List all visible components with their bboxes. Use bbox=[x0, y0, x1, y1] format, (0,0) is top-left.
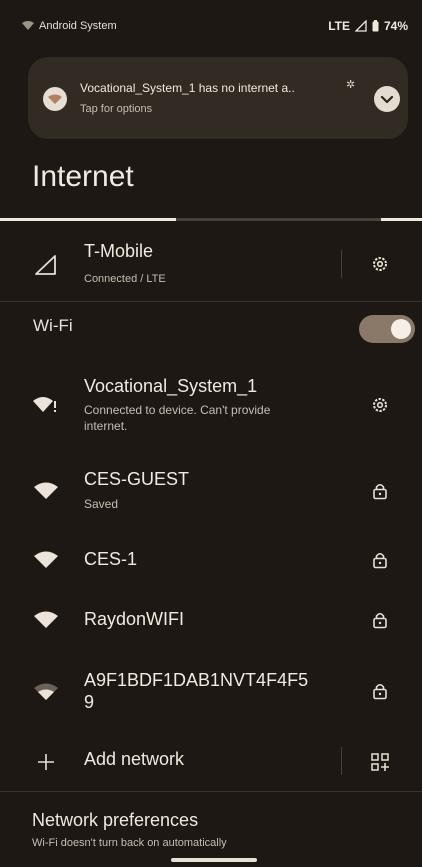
mobile-settings-button[interactable] bbox=[369, 253, 391, 275]
wifi-notification-icon bbox=[43, 87, 67, 111]
android-system-icon bbox=[22, 21, 34, 31]
wifi-network-name: Vocational_System_1 bbox=[84, 376, 258, 396]
status-bar-left: Android System bbox=[22, 20, 117, 32]
wifi-network-status: Connected to device. Can't provide bbox=[84, 403, 271, 417]
notification-subtitle: Tap for options bbox=[80, 103, 153, 115]
qr-code-icon bbox=[371, 753, 389, 771]
notification-card[interactable]: Vocational_System_1 has no internet a.. … bbox=[28, 57, 408, 139]
cellular-signal-icon bbox=[33, 252, 59, 278]
wifi-network-status: internet. bbox=[84, 419, 128, 433]
lock-icon bbox=[369, 549, 391, 571]
wifi-network-row[interactable]: Vocational_System_1 Connected to device.… bbox=[0, 370, 422, 442]
divider bbox=[341, 250, 342, 278]
wifi-toggle[interactable] bbox=[359, 315, 415, 343]
lock-icon bbox=[369, 480, 391, 502]
wifi-icon bbox=[33, 607, 59, 633]
page-title: Internet bbox=[32, 160, 134, 193]
wifi-network-status: Saved bbox=[84, 497, 119, 511]
wifi-network-name: A9F1BDF1DAB1NVT4F4F5 bbox=[84, 670, 309, 690]
qr-scan-button[interactable] bbox=[369, 751, 391, 773]
wifi-label: Wi-Fi bbox=[33, 316, 73, 335]
network-preferences-item[interactable]: Network preferences bbox=[32, 810, 198, 831]
status-bar-right: LTE 74% bbox=[328, 19, 408, 33]
status-bar: Android System LTE 74% bbox=[0, 0, 422, 48]
lock-icon bbox=[369, 609, 391, 631]
gear-icon bbox=[373, 257, 387, 271]
wifi-network-name: 9 bbox=[84, 692, 95, 712]
wifi-network-row[interactable]: A9F1BDF1DAB1NVT4F4F5 9 bbox=[0, 662, 422, 726]
expand-button[interactable] bbox=[374, 86, 400, 112]
divider bbox=[341, 747, 342, 775]
lock-icon bbox=[369, 680, 391, 702]
carrier-status: Connected / LTE bbox=[84, 273, 166, 285]
toggle-knob bbox=[391, 319, 411, 339]
wifi-network-row[interactable]: RaydonWIFI bbox=[0, 598, 422, 644]
wifi-network-row[interactable]: CES-1 bbox=[0, 538, 422, 584]
signal-icon bbox=[354, 20, 367, 32]
wifi-icon bbox=[33, 478, 59, 504]
network-preferences-summary: Wi-Fi doesn't turn back on automatically bbox=[32, 837, 227, 849]
progress-segment bbox=[381, 218, 422, 221]
chevron-down-icon bbox=[380, 95, 394, 104]
add-icon bbox=[33, 749, 59, 775]
battery-icon bbox=[372, 20, 379, 32]
network-type: LTE bbox=[328, 19, 350, 33]
status-app-name: Android System bbox=[39, 20, 117, 32]
loading-progress-bar bbox=[0, 218, 422, 221]
wifi-network-name: CES-1 bbox=[84, 549, 138, 569]
wifi-icon bbox=[33, 547, 59, 573]
network-settings-button[interactable] bbox=[369, 394, 391, 416]
carrier-name: T-Mobile bbox=[84, 241, 154, 261]
wifi-network-name: CES-GUEST bbox=[84, 469, 190, 489]
wifi-no-internet-icon bbox=[33, 392, 59, 418]
notification-title: Vocational_System_1 has no internet a.. bbox=[80, 81, 295, 95]
gear-icon bbox=[373, 398, 387, 412]
bug-icon: ✲ bbox=[346, 79, 356, 91]
wifi-network-row[interactable]: CES-GUEST Saved bbox=[0, 466, 422, 526]
divider bbox=[0, 791, 422, 792]
wifi-network-name: RaydonWIFI bbox=[84, 609, 185, 629]
add-network-button[interactable]: Add network bbox=[84, 749, 184, 770]
battery-percent: 74% bbox=[383, 19, 408, 33]
wifi-weak-signal-icon bbox=[33, 679, 59, 705]
home-gesture-bar[interactable] bbox=[171, 858, 257, 862]
mobile-network-row[interactable]: T-Mobile Connected / LTE bbox=[0, 232, 422, 296]
divider bbox=[0, 301, 422, 302]
progress-segment bbox=[0, 218, 176, 221]
